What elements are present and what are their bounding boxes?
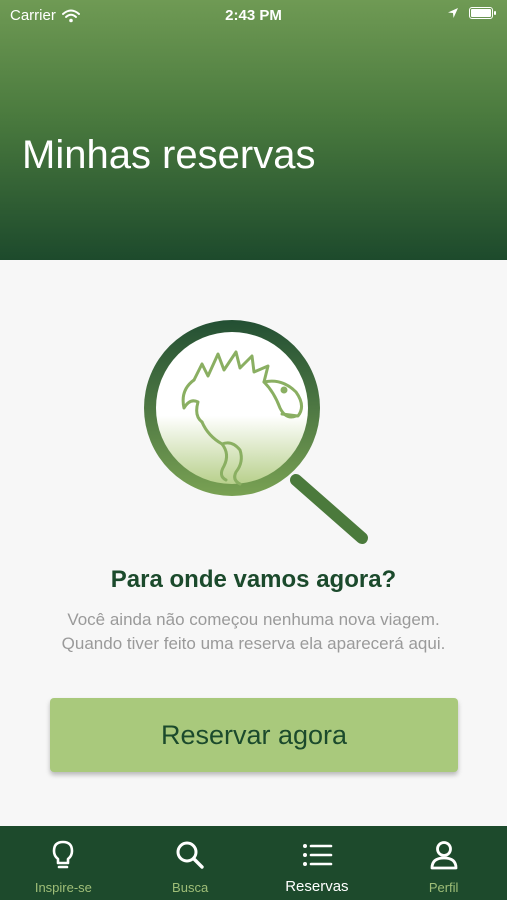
lightbulb-icon — [53, 840, 74, 869]
list-icon — [302, 844, 333, 866]
tab-search[interactable]: Busca — [127, 826, 254, 900]
magnifier-parrot-illustration — [144, 320, 368, 544]
tab-bar: Inspire-se Busca Reservas Perfil — [0, 826, 507, 900]
tab-label: Perfil — [428, 880, 459, 895]
tab-label: Busca — [172, 880, 209, 895]
status-time: 2:43 PM — [225, 7, 282, 24]
empty-state: Para onde vamos agora? Você ainda não co… — [0, 260, 507, 826]
tab-label: Reservas — [285, 878, 349, 895]
tab-bookings[interactable]: Reservas — [254, 826, 381, 900]
status-bar: Carrier 2:43 PM — [0, 0, 507, 32]
empty-state-heading: Para onde vamos agora? — [110, 566, 397, 593]
tab-profile[interactable]: Perfil — [380, 826, 507, 900]
empty-state-description: Você ainda não começou nenhuma nova viag… — [61, 610, 446, 653]
header: Carrier 2:43 PM Minhas reservas — [0, 0, 507, 260]
tab-label: Inspire-se — [34, 880, 92, 895]
tab-inspire[interactable]: Inspire-se — [0, 826, 127, 900]
person-icon — [430, 841, 458, 870]
search-icon — [176, 841, 204, 869]
battery-icon — [469, 7, 496, 19]
location-arrow-icon — [448, 8, 458, 18]
page-title: Minhas reservas — [22, 133, 316, 177]
book-now-button[interactable]: Reservar agora — [50, 698, 458, 772]
